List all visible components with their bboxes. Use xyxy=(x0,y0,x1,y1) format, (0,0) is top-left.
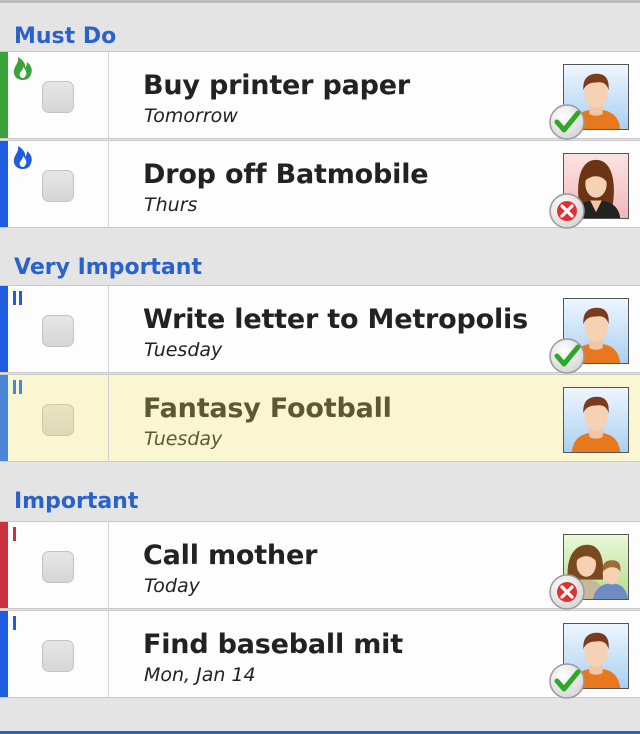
row-divider xyxy=(108,522,109,608)
task-title: Call mother xyxy=(143,540,318,571)
task-row-buy-printer-paper[interactable]: Buy printer paper Tomorrow xyxy=(0,51,640,139)
flame-icon xyxy=(13,146,32,169)
top-edge xyxy=(0,0,640,3)
row-divider xyxy=(108,375,109,461)
checkmark-icon xyxy=(548,337,586,375)
flame-icon xyxy=(13,57,32,80)
task-due-date: Today xyxy=(144,575,200,597)
task-row-write-letter[interactable]: Write letter to Metropolis Tuesday xyxy=(0,285,640,373)
task-title: Buy printer paper xyxy=(143,70,410,101)
section-header-must-do: Must Do xyxy=(14,24,117,49)
task-due-date: Thurs xyxy=(144,194,198,216)
priority-stripe xyxy=(0,141,8,227)
task-due-date: Mon, Jan 14 xyxy=(144,664,256,686)
single-bar-icon xyxy=(13,616,16,630)
priority-stripe xyxy=(0,286,8,372)
row-divider xyxy=(108,286,109,372)
priority-stripe xyxy=(0,375,8,461)
task-due-date: Tomorrow xyxy=(144,105,238,127)
priority-stripe xyxy=(0,611,8,697)
double-bar-icon xyxy=(13,291,22,305)
row-divider xyxy=(108,52,109,138)
checkmark-icon xyxy=(548,662,586,700)
x-icon xyxy=(548,192,586,230)
task-row-drop-off-batmobile[interactable]: Drop off Batmobile Thurs xyxy=(0,140,640,228)
task-row-find-baseball-mit[interactable]: Find baseball mit Mon, Jan 14 xyxy=(0,610,640,698)
task-title: Find baseball mit xyxy=(143,629,403,660)
task-checkbox[interactable] xyxy=(42,640,74,672)
row-divider xyxy=(108,611,109,697)
x-icon xyxy=(548,573,586,611)
task-checkbox[interactable] xyxy=(42,81,74,113)
priority-stripe xyxy=(0,52,8,138)
priority-stripe xyxy=(0,522,8,608)
double-bar-icon xyxy=(13,380,22,394)
assignee-avatar[interactable] xyxy=(563,387,629,453)
checkmark-icon xyxy=(548,103,586,141)
single-bar-icon xyxy=(13,527,16,541)
task-checkbox[interactable] xyxy=(42,404,74,436)
task-row-fantasy-football[interactable]: Fantasy Football Tuesday xyxy=(0,374,640,462)
task-due-date: Tuesday xyxy=(144,339,223,361)
section-header-very-important: Very Important xyxy=(14,255,202,280)
row-divider xyxy=(108,141,109,227)
task-checkbox[interactable] xyxy=(42,315,74,347)
task-title: Fantasy Football xyxy=(143,393,392,424)
task-title: Drop off Batmobile xyxy=(143,159,429,190)
task-title: Write letter to Metropolis xyxy=(143,304,528,335)
section-header-important: Important xyxy=(14,489,139,514)
task-due-date: Tuesday xyxy=(144,428,223,450)
task-checkbox[interactable] xyxy=(42,170,74,202)
task-checkbox[interactable] xyxy=(42,551,74,583)
task-row-call-mother[interactable]: Call mother Today xyxy=(0,521,640,609)
